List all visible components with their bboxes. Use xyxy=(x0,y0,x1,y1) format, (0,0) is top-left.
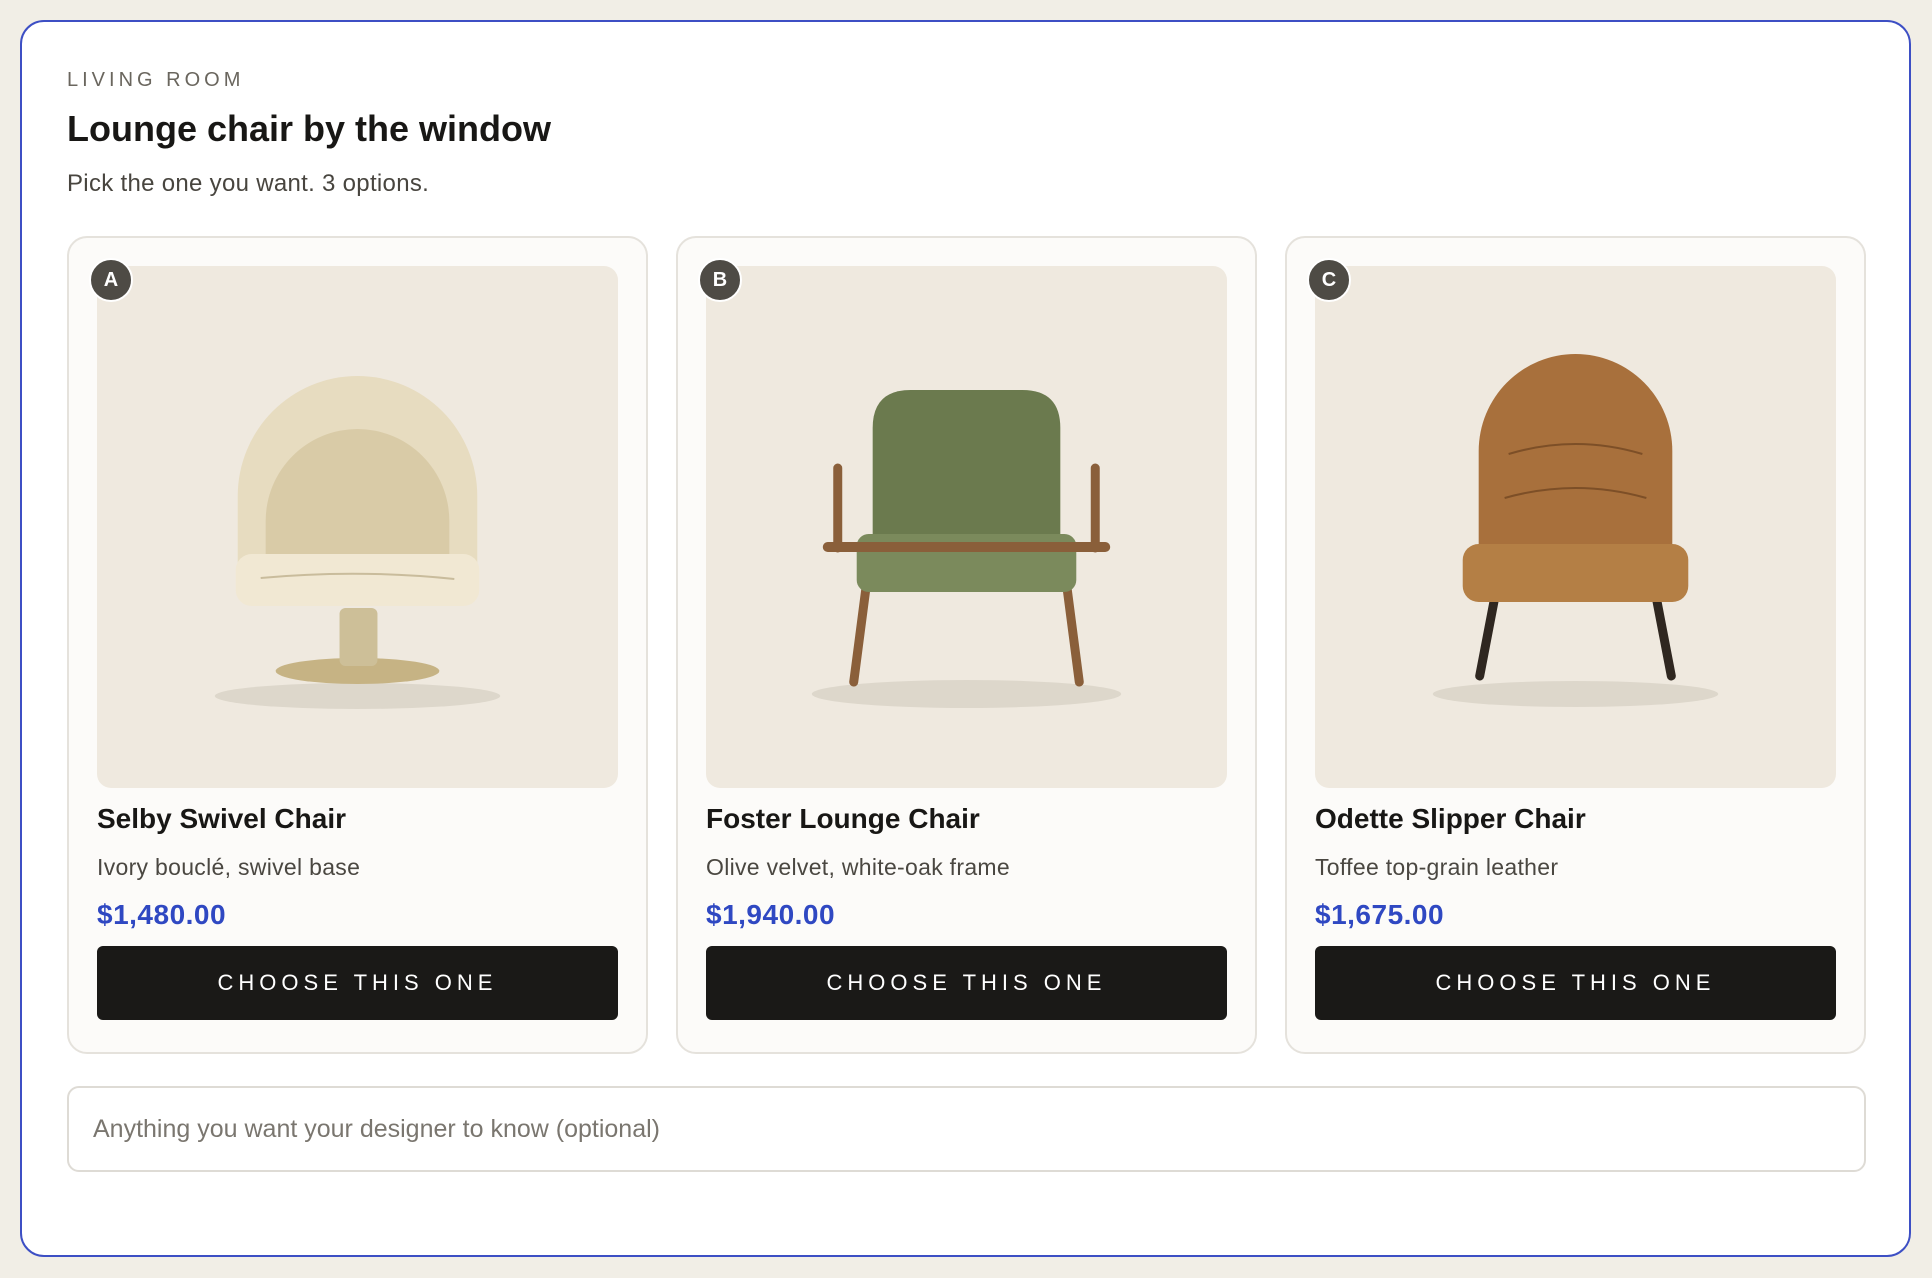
option-price-c: $1,675.00 xyxy=(1315,899,1445,930)
option-description-b: Olive velvet, white-oak frame xyxy=(706,854,1010,880)
slipper-chair-illustration xyxy=(1432,354,1719,707)
option-card-c[interactable]: C Odette Slipper Chair Toffee top-grain … xyxy=(1285,236,1866,1054)
option-price-b: $1,940.00 xyxy=(706,899,836,930)
option-name-c: Odette Slipper Chair xyxy=(1315,803,1586,834)
option-card-a[interactable]: A Selby Swivel Chair Ivory bouclé, swive… xyxy=(67,236,648,1054)
choose-button-a[interactable]: CHOOSE THIS ONE xyxy=(97,946,618,1020)
option-name-a: Selby Swivel Chair xyxy=(97,803,346,834)
swivel-chair-illustration xyxy=(214,376,501,709)
option-card-b[interactable]: B Foster Lounge Chair Olive velvet, whit… xyxy=(676,236,1257,1054)
designer-note-input[interactable] xyxy=(67,1086,1866,1172)
option-description-a: Ivory bouclé, swivel base xyxy=(97,854,361,880)
option-image-a xyxy=(97,266,618,788)
option-name-b: Foster Lounge Chair xyxy=(706,803,980,834)
option-badge-c: C xyxy=(1307,258,1351,302)
option-badge-b: B xyxy=(698,258,742,302)
option-price-a: $1,480.00 xyxy=(97,899,227,930)
option-cards: A Selby Swivel Chair Ivory bouclé, swive… xyxy=(67,236,1866,1054)
chair-picker-panel: LIVING ROOM Lounge chair by the window P… xyxy=(20,20,1911,1257)
option-image-c xyxy=(1315,266,1836,788)
option-image-b xyxy=(706,266,1227,788)
page-subtitle: Pick the one you want. 3 options. xyxy=(67,170,430,197)
lounge-chair-illustration xyxy=(811,390,1122,708)
choose-button-b[interactable]: CHOOSE THIS ONE xyxy=(706,946,1227,1020)
option-description-c: Toffee top-grain leather xyxy=(1315,854,1559,880)
page-title: Lounge chair by the window xyxy=(67,108,552,149)
option-badge-a: A xyxy=(89,258,133,302)
room-eyebrow: LIVING ROOM xyxy=(67,69,245,91)
choose-button-c[interactable]: CHOOSE THIS ONE xyxy=(1315,946,1836,1020)
